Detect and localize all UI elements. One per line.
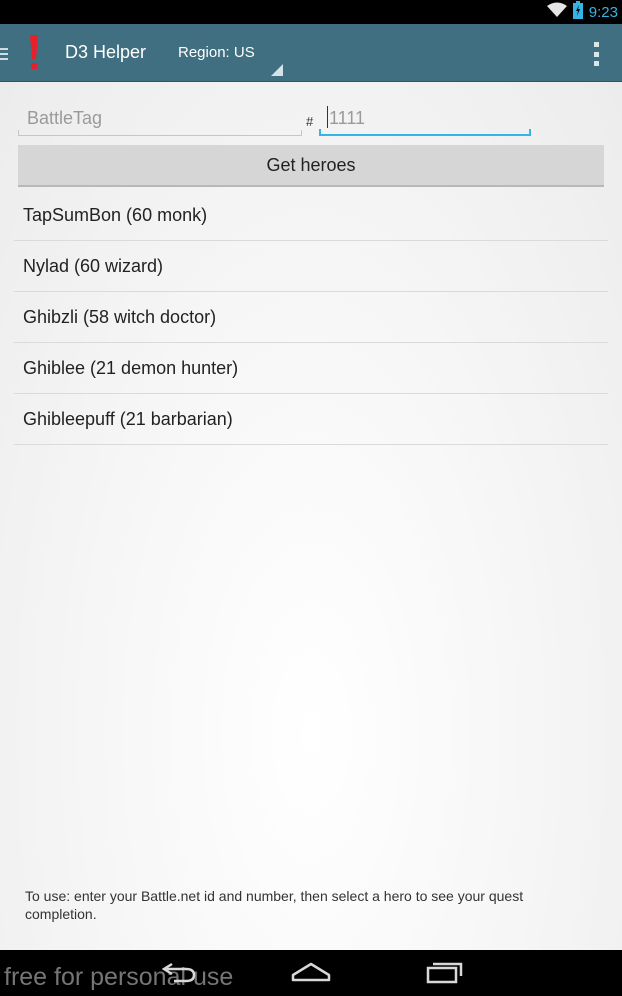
recent-apps-icon [425,960,465,989]
spinner-arrow-icon [271,64,283,76]
status-time: 9:23 [588,3,618,21]
list-item[interactable]: Ghibzli (58 witch doctor) [14,292,608,343]
drawer-icon[interactable] [0,48,8,62]
battletag-input[interactable]: BattleTag [18,98,302,136]
region-spinner[interactable]: Region: US [170,34,285,76]
region-label: Region: US [178,44,255,61]
wifi-icon [546,2,567,23]
navigation-bar: free for personal use [0,950,622,996]
status-bar: 9:23 [0,0,622,24]
app-title: D3 Helper [65,42,147,62]
overflow-menu-icon[interactable] [592,42,600,66]
home-icon [291,960,331,989]
status-icons: 9:23 [546,0,618,24]
battletag-placeholder: BattleTag [27,108,103,128]
action-bar: D3 Helper Region: US [0,24,622,82]
list-item[interactable]: Ghibleepuff (21 barbarian) [14,394,608,445]
hero-list: TapSumBon (60 monk) Nylad (60 wizard) Gh… [14,190,608,445]
battery-icon [572,0,583,24]
text-cursor [327,106,328,128]
battletag-number-input[interactable]: 1111 [319,98,531,136]
back-icon [158,960,198,989]
back-button[interactable] [148,956,208,992]
list-item[interactable]: Ghiblee (21 demon hunter) [14,343,608,394]
exclamation-logo-icon[interactable] [28,35,40,71]
list-item[interactable]: Nylad (60 wizard) [14,241,608,292]
list-item[interactable]: TapSumBon (60 monk) [14,190,608,241]
get-heroes-button[interactable]: Get heroes [18,145,604,187]
hash-label: # [306,114,314,129]
instructions-text: To use: enter your Battle.net id and num… [25,888,524,922]
home-button[interactable] [281,956,341,992]
recent-apps-button[interactable] [415,956,475,992]
main-content: BattleTag # 1111 Get heroes TapSumBon (6… [0,82,622,950]
number-placeholder: 1111 [329,108,366,128]
